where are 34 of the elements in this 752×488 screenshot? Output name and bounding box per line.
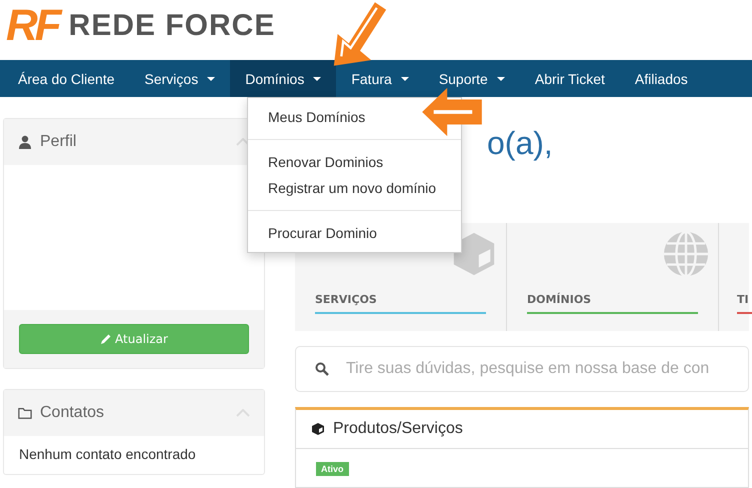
panel-title: Perfil <box>40 133 78 151</box>
stat-label[interactable]: SERVIÇOS <box>315 293 486 306</box>
nav-item[interactable]: Área do Cliente <box>18 70 115 86</box>
menu-item[interactable]: Meus Domínios <box>268 108 366 126</box>
stat-label[interactable]: TI <box>737 293 752 306</box>
cube-icon <box>311 422 325 436</box>
panel-title: Contatos <box>40 404 106 422</box>
greeting-heading: o(a), <box>487 124 553 163</box>
pencil-icon <box>100 333 112 345</box>
nav-item[interactable]: Domínios <box>230 60 336 97</box>
globe-icon <box>662 230 710 278</box>
panel-title: Produtos/Serviços <box>333 420 463 438</box>
menu-item[interactable]: Registrar um novo domínio <box>268 179 436 197</box>
search-field[interactable]: Tire suas dúvidas, pesquise em nossa base de con <box>295 346 749 392</box>
nav-item[interactable]: Fatura <box>351 70 409 86</box>
empty-message: Nenhum contato encontrado <box>19 446 196 462</box>
nav-item[interactable]: Abrir Ticket <box>534 70 605 86</box>
nav-item[interactable]: Afiliados <box>634 70 688 86</box>
status-badge: Ativo <box>316 462 348 476</box>
logo-text: REDE FORCE <box>68 9 276 43</box>
folder-icon <box>18 406 32 420</box>
caret-icon <box>496 76 505 80</box>
user-icon <box>18 135 32 149</box>
caret-icon <box>400 76 409 80</box>
logo-mark: RF <box>6 4 59 48</box>
nav-item[interactable]: Serviços <box>144 70 216 86</box>
chevron-up-icon[interactable] <box>236 138 250 146</box>
menu-item[interactable]: Renovar Dominios <box>268 153 384 171</box>
nav-item[interactable]: Suporte <box>438 70 505 86</box>
stat-label[interactable]: DOMÍNIOS <box>527 293 698 306</box>
search-icon <box>315 362 329 376</box>
caret-icon <box>313 76 322 80</box>
caret-icon <box>207 76 216 80</box>
menu-item[interactable]: Procurar Dominio <box>268 224 377 242</box>
